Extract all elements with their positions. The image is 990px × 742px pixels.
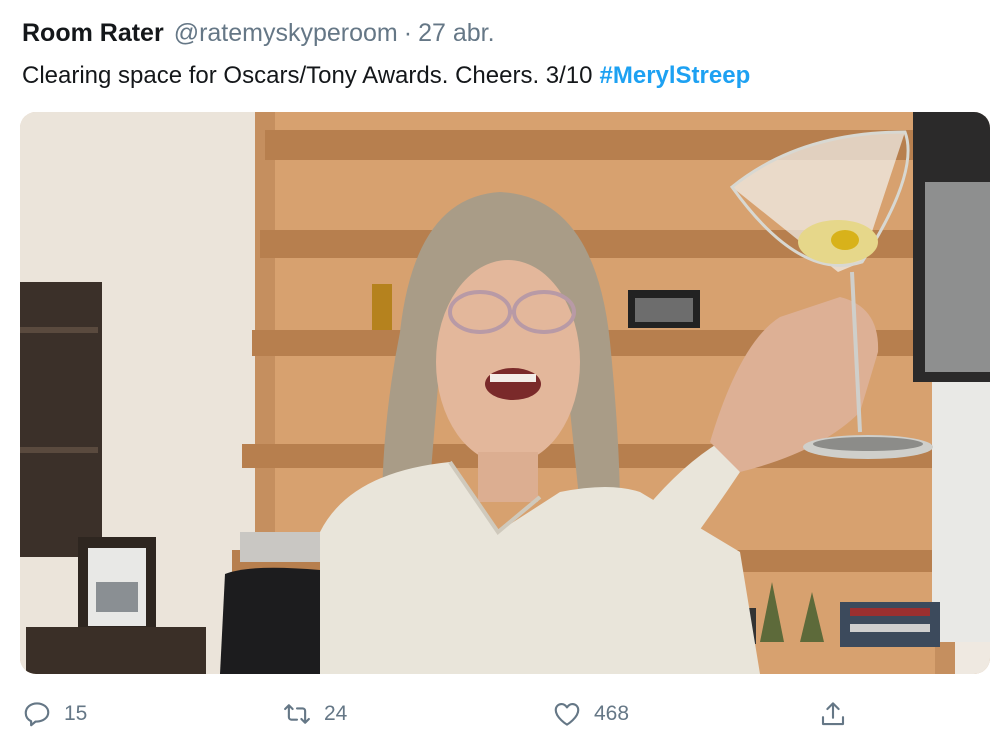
tweet-body: Clearing space for Oscars/Tony Awards. C… <box>22 62 593 89</box>
reply-icon <box>24 702 50 727</box>
like-button[interactable]: 468 <box>552 694 629 734</box>
heart-icon <box>554 702 580 726</box>
retweet-count: 24 <box>324 702 348 725</box>
author-name[interactable]: Room Rater <box>22 19 164 48</box>
like-count: 468 <box>594 702 630 725</box>
retweet-button[interactable]: 24 <box>282 694 347 734</box>
tweet-photo[interactable] <box>20 112 990 674</box>
separator-dot: · <box>403 18 413 47</box>
hashtag-link[interactable]: #MerylStreep <box>600 62 751 90</box>
share-icon <box>821 702 845 726</box>
retweet-icon <box>284 704 310 724</box>
reply-button[interactable]: 15 <box>22 694 87 734</box>
reply-count: 15 <box>64 702 88 725</box>
tweet-actions: 15 24 468 <box>0 690 990 740</box>
tweet-date[interactable]: 27 abr. <box>418 19 494 48</box>
tweet-text: Clearing space for Oscars/Tony Awards. C… <box>22 58 750 94</box>
tweet-header: Room Rater @ratemyskyperoom · 27 abr. <box>22 16 495 50</box>
share-button[interactable] <box>818 694 848 734</box>
photo-scene <box>20 112 990 674</box>
author-handle[interactable]: @ratemyskyperoom <box>174 19 398 48</box>
